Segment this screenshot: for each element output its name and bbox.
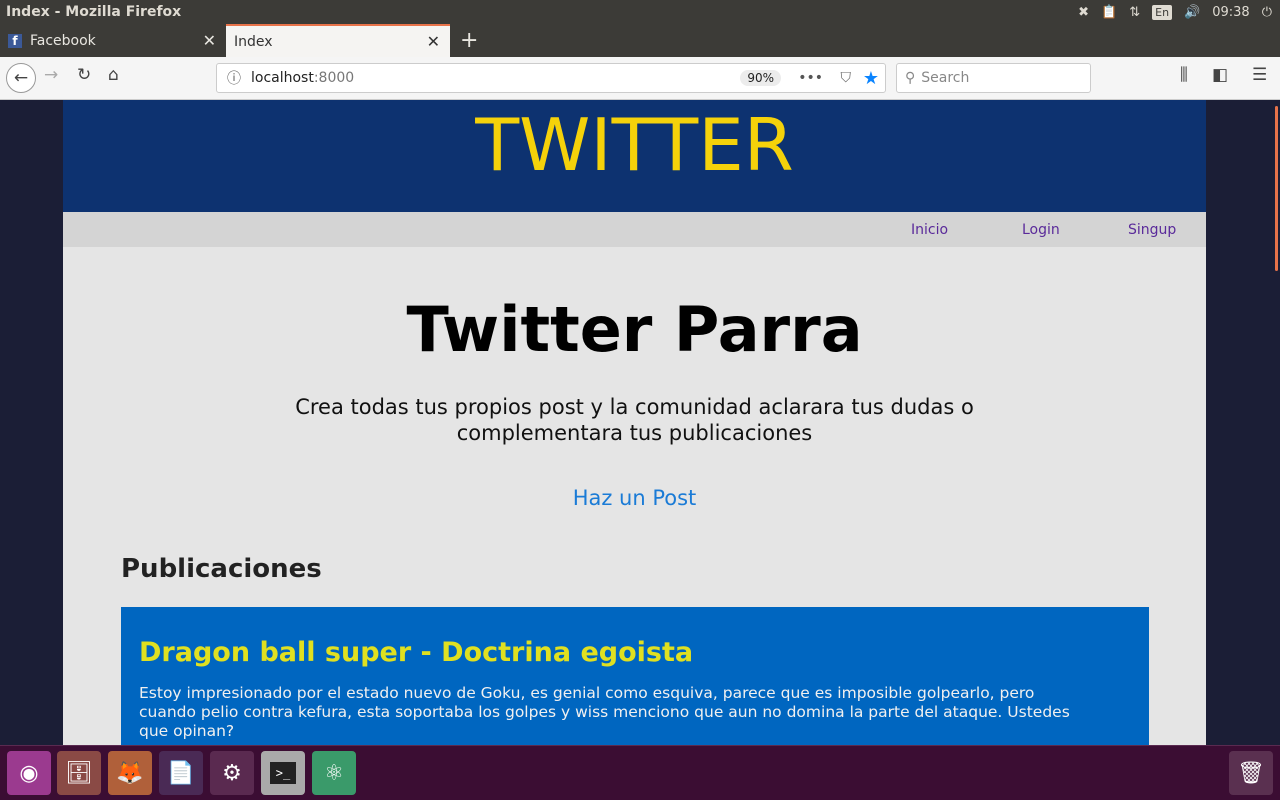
site-nav: Inicio Login Singup [63,212,1206,247]
dropbox-icon[interactable]: ✖ [1078,5,1089,20]
launcher-dock: ◉ 🗄 🦊 📄 ⚙ >_ ⚛ 🗑 [0,745,1280,800]
atom-icon[interactable]: ⚛ [312,751,356,795]
ubuntu-dash-icon[interactable]: ◉ [7,751,51,795]
search-placeholder: Search [921,70,970,86]
os-top-bar: Index - Mozilla Firefox ✖ 📋 ⇅ En 🔊 09:38… [0,0,1280,24]
tab-strip: f Facebook ✕ Index ✕ + [0,24,1280,57]
url-bar[interactable]: ⓘ localhost:8000 90% ••• ⛉ ★ [216,63,886,93]
post-body: Estoy impresionado por el estado nuevo d… [139,684,1070,740]
nav-login[interactable]: Login [1022,222,1060,238]
network-icon[interactable]: ⇅ [1129,5,1140,20]
files-icon[interactable]: 🗄 [57,751,101,795]
facebook-icon: f [8,33,22,48]
page-actions-icon[interactable]: ••• [798,70,823,86]
web-page: TWITTER Inicio Login Singup Twitter Parr… [63,100,1206,745]
bookmark-star-icon[interactable]: ★ [863,68,879,89]
clock[interactable]: 09:38 [1212,5,1249,20]
firefox-icon[interactable]: 🦊 [108,751,152,795]
close-tab-icon[interactable]: ✕ [427,32,440,51]
post-title[interactable]: Dragon ball super - Doctrina egoista [139,637,1131,668]
close-tab-icon[interactable]: ✕ [203,31,216,50]
tab-index[interactable]: Index ✕ [226,24,450,57]
scrollbar-thumb[interactable] [1275,106,1278,271]
nav-toolbar: ← → ↻ ⌂ ⓘ localhost:8000 90% ••• ⛉ ★ ⚲ S… [0,57,1280,100]
info-icon[interactable]: ⓘ [227,68,241,88]
back-button[interactable]: ← [6,63,36,93]
url-port: :8000 [313,70,355,86]
zoom-level[interactable]: 90% [740,70,781,86]
trash-icon[interactable]: 🗑 [1229,751,1273,795]
page-title: Twitter Parra [406,293,863,366]
sidebar-icon[interactable]: ◧ [1212,65,1228,85]
nav-inicio[interactable]: Inicio [911,222,948,238]
power-icon[interactable]: ⏻ [1262,5,1272,20]
system-tray: ✖ 📋 ⇅ En 🔊 09:38 ⏻ [1078,0,1272,24]
tab-label: Facebook [30,32,96,49]
pocket-icon[interactable]: ⛉ [841,70,852,86]
create-post-link[interactable]: Haz un Post [63,486,1206,510]
window-title: Index - Mozilla Firefox [6,4,182,20]
terminal-icon[interactable]: >_ [261,751,305,795]
page-subtitle: Crea todas tus propios post y la comunid… [295,395,974,445]
menu-icon[interactable]: ☰ [1252,65,1267,85]
clipboard-icon[interactable]: 📋 [1101,5,1117,20]
reload-button[interactable]: ↻ [77,65,91,85]
search-icon: ⚲ [905,70,916,86]
search-input[interactable]: ⚲ Search [896,63,1091,93]
site-brand: TWITTER [475,103,794,187]
new-tab-button[interactable]: + [452,24,486,57]
section-heading: Publicaciones [121,554,322,584]
writer-icon[interactable]: 📄 [159,751,203,795]
library-icon[interactable]: ⫼ [1180,65,1188,85]
home-button[interactable]: ⌂ [108,65,119,85]
forward-button[interactable]: → [44,65,58,85]
tab-facebook[interactable]: f Facebook ✕ [0,24,226,57]
site-header: TWITTER [63,100,1206,212]
keyboard-layout[interactable]: En [1152,4,1173,20]
settings-icon[interactable]: ⚙ [210,751,254,795]
tab-label: Index [234,33,273,50]
page-scrollbar[interactable] [1273,100,1280,745]
volume-icon[interactable]: 🔊 [1184,5,1200,20]
nav-signup[interactable]: Singup [1128,222,1176,238]
url-host: localhost [251,70,314,86]
post-card[interactable]: Dragon ball super - Doctrina egoista Est… [121,607,1149,745]
